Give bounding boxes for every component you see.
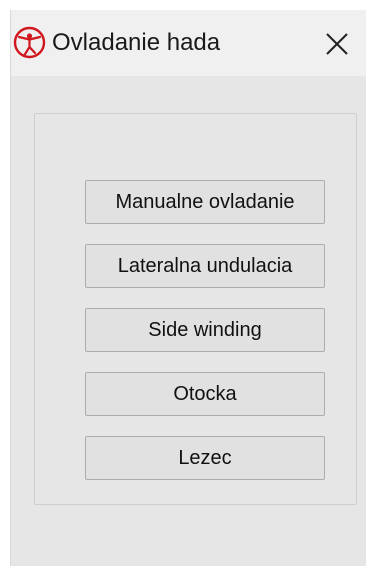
window-title: Ovladanie hada [52,29,221,56]
lateral-undulation-button[interactable]: Lateralna undulacia [85,244,325,288]
side-winding-button[interactable]: Side winding [85,308,325,352]
close-icon[interactable] [317,24,357,64]
app-icon [13,26,46,59]
turn-button[interactable]: Otocka [85,372,325,416]
climber-button[interactable]: Lezec [85,436,325,480]
title-bar[interactable]: Ovladanie hada [11,10,366,76]
window-client-area: Manualne ovladanie Lateralna undulacia S… [11,76,366,566]
manual-control-button[interactable]: Manualne ovladanie [85,180,325,224]
button-panel: Manualne ovladanie Lateralna undulacia S… [34,113,357,505]
app-window: Ovladanie hada Manualne ovladanie Latera… [10,10,366,566]
